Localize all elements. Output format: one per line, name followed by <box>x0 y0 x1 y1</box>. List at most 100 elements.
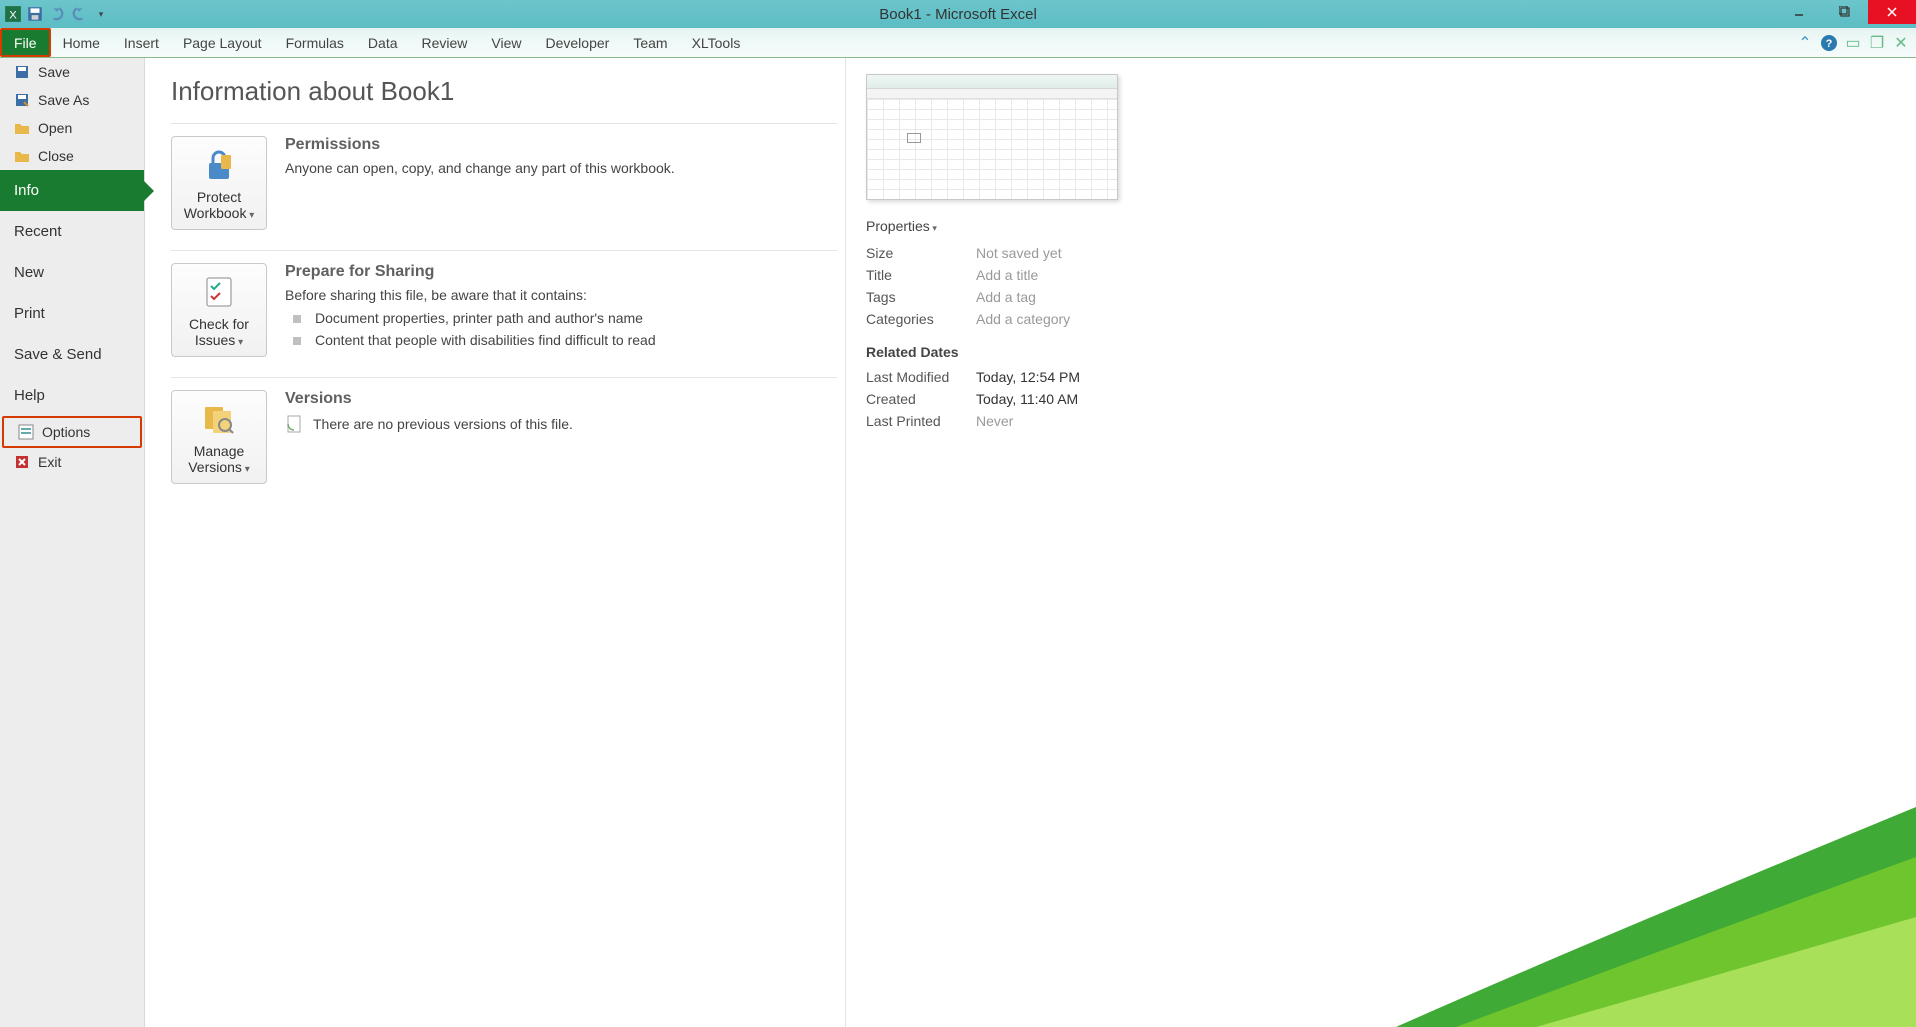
sidebar-item-label: Info <box>14 182 39 199</box>
options-icon <box>18 424 34 440</box>
minimize-button[interactable] <box>1776 0 1822 24</box>
property-label: Title <box>866 267 976 283</box>
sidebar-item-label: Close <box>38 148 74 164</box>
property-row: Last Modified Today, 12:54 PM <box>866 366 1225 388</box>
ribbon-tab-home[interactable]: Home <box>51 28 112 57</box>
prepare-section: Check forIssues Prepare for Sharing Befo… <box>171 250 837 377</box>
ribbon-tab-page-layout[interactable]: Page Layout <box>171 28 274 57</box>
info-panel: Information about Book1 ProtectWorkbook … <box>145 58 845 1027</box>
check-issues-button[interactable]: Check forIssues <box>171 263 267 357</box>
excel-app-icon[interactable]: X <box>4 5 22 23</box>
button-label-line1: Check for <box>189 316 249 332</box>
decorative-swoosh <box>1396 767 1916 1027</box>
ribbon-tab-insert[interactable]: Insert <box>112 28 171 57</box>
property-row: Created Today, 11:40 AM <box>866 388 1225 410</box>
ribbon-tab-developer[interactable]: Developer <box>534 28 622 57</box>
sidebar-item-label: Help <box>14 387 45 404</box>
sidebar-item-print[interactable]: Print <box>0 293 144 334</box>
button-label-line2: Versions <box>188 459 250 475</box>
exit-icon <box>14 454 30 470</box>
ribbon-tab-xltools[interactable]: XLTools <box>680 28 753 57</box>
property-value: Today, 11:40 AM <box>976 391 1078 407</box>
window-title: Book1 - Microsoft Excel <box>0 6 1916 23</box>
save-icon[interactable] <box>26 5 44 23</box>
close-button[interactable] <box>1868 0 1916 24</box>
versions-desc: There are no previous versions of this f… <box>313 416 573 432</box>
ribbon-tab-formulas[interactable]: Formulas <box>274 28 356 57</box>
ribbon-tabs: File Home Insert Page Layout Formulas Da… <box>0 28 1916 58</box>
sidebar-item-save[interactable]: Save <box>0 58 144 86</box>
svg-text:X: X <box>9 10 17 22</box>
window-restore-icon[interactable]: ❐ <box>1868 34 1886 52</box>
property-value[interactable]: Add a category <box>976 311 1070 327</box>
ribbon-tab-review[interactable]: Review <box>410 28 480 57</box>
properties-header[interactable]: Properties <box>866 218 1225 234</box>
backstage-view: Save Save As Open Close Info Recent New … <box>0 58 1916 1027</box>
button-label-line1: Manage <box>194 443 245 459</box>
property-value[interactable]: Add a tag <box>976 289 1036 305</box>
document-thumbnail[interactable] <box>866 74 1118 200</box>
sidebar-item-exit[interactable]: Exit <box>0 448 144 476</box>
prepare-body: Prepare for Sharing Before sharing this … <box>285 263 837 357</box>
window-close-icon[interactable]: ✕ <box>1892 34 1910 52</box>
button-label-line1: Protect <box>197 189 241 205</box>
undo-icon[interactable] <box>48 5 66 23</box>
property-label: Categories <box>866 311 976 327</box>
ribbon-tab-file[interactable]: File <box>0 28 51 57</box>
svg-text:?: ? <box>1826 38 1833 50</box>
maximize-button[interactable] <box>1822 0 1868 24</box>
property-value[interactable]: Add a title <box>976 267 1038 283</box>
backstage-content: Information about Book1 ProtectWorkbook … <box>145 58 1916 1027</box>
ribbon-tab-view[interactable]: View <box>479 28 533 57</box>
ribbon-tab-team[interactable]: Team <box>621 28 679 57</box>
sidebar-item-label: Options <box>42 424 90 440</box>
quick-access-toolbar: X ▾ <box>0 5 110 23</box>
property-row: Tags Add a tag <box>866 286 1225 308</box>
property-label: Last Modified <box>866 369 976 385</box>
sidebar-item-save-send[interactable]: Save & Send <box>0 334 144 375</box>
prepare-desc: Before sharing this file, be aware that … <box>285 287 837 303</box>
ribbon-tab-data[interactable]: Data <box>356 28 410 57</box>
minimize-ribbon-icon[interactable]: ⌃ <box>1796 34 1814 52</box>
qat-customize-icon[interactable]: ▾ <box>92 5 110 23</box>
sidebar-item-close[interactable]: Close <box>0 142 144 170</box>
window-minimize-icon[interactable]: ▭ <box>1844 34 1862 52</box>
sidebar-item-options[interactable]: Options <box>2 416 142 448</box>
manage-versions-button[interactable]: ManageVersions <box>171 390 267 484</box>
sidebar-item-help[interactable]: Help <box>0 375 144 416</box>
title-bar: X ▾ Book1 - Microsoft Excel <box>0 0 1916 28</box>
prepare-list: Document properties, printer path and au… <box>285 307 837 351</box>
window-controls <box>1776 0 1916 28</box>
sidebar-item-info[interactable]: Info <box>0 170 144 211</box>
sidebar-item-label: Save As <box>38 92 89 108</box>
related-dates-header: Related Dates <box>866 344 1225 360</box>
protect-workbook-button[interactable]: ProtectWorkbook <box>171 136 267 230</box>
sidebar-item-open[interactable]: Open <box>0 114 144 142</box>
property-row: Title Add a title <box>866 264 1225 286</box>
property-row: Size Not saved yet <box>866 242 1225 264</box>
sidebar-item-recent[interactable]: Recent <box>0 211 144 252</box>
property-label: Tags <box>866 289 976 305</box>
button-label-line2: Issues <box>195 332 243 348</box>
ribbon-right-controls: ⌃ ? ▭ ❐ ✕ <box>1796 28 1910 57</box>
prepare-list-item: Document properties, printer path and au… <box>285 307 837 329</box>
versions-section: ManageVersions Versions There are no pre… <box>171 377 837 504</box>
sidebar-item-save-as[interactable]: Save As <box>0 86 144 114</box>
sidebar-item-label: Recent <box>14 223 62 240</box>
sidebar-item-new[interactable]: New <box>0 252 144 293</box>
version-page-icon <box>285 414 305 434</box>
permissions-desc: Anyone can open, copy, and change any pa… <box>285 160 837 176</box>
folder-close-icon <box>14 148 30 164</box>
sidebar-item-label: Open <box>38 120 72 136</box>
redo-icon[interactable] <box>70 5 88 23</box>
folder-open-icon <box>14 120 30 136</box>
sidebar-item-label: Save <box>38 64 70 80</box>
versions-title: Versions <box>285 390 837 408</box>
permissions-section: ProtectWorkbook Permissions Anyone can o… <box>171 123 837 250</box>
info-heading: Information about Book1 <box>171 76 837 107</box>
properties-panel: Properties Size Not saved yet Title Add … <box>845 58 1245 1027</box>
help-icon[interactable]: ? <box>1820 34 1838 52</box>
permissions-title: Permissions <box>285 136 837 154</box>
backstage-sidebar: Save Save As Open Close Info Recent New … <box>0 58 145 1027</box>
property-label: Size <box>866 245 976 261</box>
